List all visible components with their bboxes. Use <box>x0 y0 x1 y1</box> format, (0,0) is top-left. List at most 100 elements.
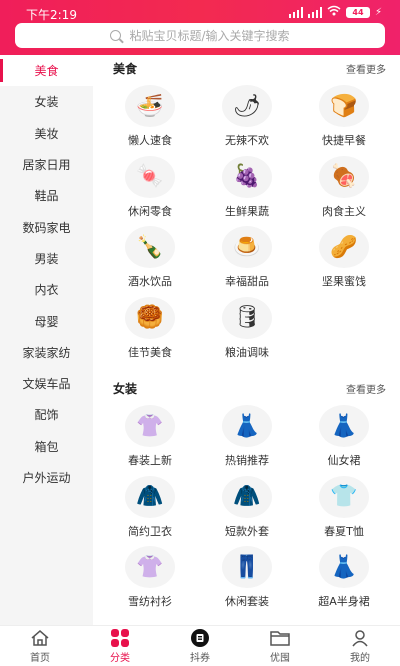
category-item[interactable]: 👗 超A半身裙 <box>294 546 394 616</box>
dress-icon: 👗 <box>222 405 272 447</box>
category-item-label: 雪纺衬衫 <box>128 595 172 608</box>
tab-label: 首页 <box>30 652 50 664</box>
nuts-icon: 🥜 <box>319 226 369 268</box>
section-header: 美食 查看更多 <box>93 57 400 77</box>
category-item[interactable]: 👗 热销推荐 <box>197 405 297 475</box>
category-item-label: 肉食主义 <box>322 204 366 218</box>
category-item[interactable]: 🍇 生鲜果蔬 <box>197 155 297 226</box>
coupon-icon <box>190 628 210 647</box>
category-item[interactable]: 🍬 休闲零食 <box>100 155 200 226</box>
category-item[interactable]: 👖 休闲套装 <box>197 546 297 616</box>
tab-home[interactable]: 首页 <box>0 626 80 666</box>
casual-set-icon: 👖 <box>222 546 272 588</box>
sidebar-item[interactable]: 箱包 <box>0 431 93 462</box>
category-sidebar: 美食 女装 美妆 居家日用 鞋品 数码家电 男装 内衣 母婴 家装家纺 文娱车品 配饰 箱包 户外运动 <box>0 55 93 625</box>
category-item-label: 简约卫衣 <box>128 524 172 538</box>
fairy-dress-icon: 👗 <box>319 405 369 447</box>
drinks-icon: 🍾 <box>125 226 175 268</box>
status-time: 下午2:19 <box>26 8 77 22</box>
tab-label: 抖券 <box>190 652 210 664</box>
meat-icon: 🍖 <box>319 155 369 198</box>
profile-icon <box>350 629 370 647</box>
sidebar-item[interactable]: 户外运动 <box>0 462 93 493</box>
spicy-snack-icon: 🌶 <box>222 85 272 127</box>
tshirt-icon: 👕 <box>319 475 369 518</box>
category-item-label: 休闲套装 <box>225 595 269 608</box>
top-header: 下午2:19 44 ⚡ 粘贴宝贝标题/输入关键字搜索 <box>0 0 400 55</box>
sidebar-item[interactable]: 母婴 <box>0 305 93 336</box>
sidebar-item[interactable]: 家装家纺 <box>0 337 93 368</box>
home-icon <box>30 629 50 647</box>
category-item-label: 春夏T恤 <box>324 524 364 538</box>
tab-label: 优囤 <box>270 652 290 664</box>
fruit-icon: 🍇 <box>222 155 272 198</box>
sidebar-item[interactable]: 女装 <box>0 86 93 117</box>
search-input[interactable]: 粘贴宝贝标题/输入关键字搜索 <box>15 23 385 48</box>
charging-icon: ⚡ <box>374 6 382 18</box>
see-more-link[interactable]: 查看更多 <box>346 381 386 396</box>
category-item-label: 懒人速食 <box>128 134 172 147</box>
jacket-icon: 🧥 <box>222 475 272 518</box>
tab-label: 分类 <box>110 652 130 664</box>
mooncake-icon: 🥮 <box>125 296 175 339</box>
sidebar-item[interactable]: 居家日用 <box>0 149 93 180</box>
sidebar-item[interactable]: 文娱车品 <box>0 368 93 399</box>
category-item-label: 短款外套 <box>225 524 269 538</box>
category-item[interactable]: 👗 仙女裙 <box>294 405 394 475</box>
sidebar-item[interactable]: 鞋品 <box>0 180 93 211</box>
sidebar-item[interactable]: 美食 <box>0 55 93 87</box>
category-content: 美食 查看更多 🍜 懒人速食 🌶 无辣不欢 🍞 快捷早餐 🍬 休闲零食 🍇 生鲜果蔬 🍖 肉食主义 🍾 酒水饮… <box>93 55 400 625</box>
category-item-label: 生鲜果蔬 <box>225 204 269 218</box>
category-item[interactable]: 🍞 快捷早餐 <box>294 85 394 155</box>
category-item-label: 超A半身裙 <box>318 595 370 608</box>
snack-bag-icon: 🍬 <box>125 155 175 198</box>
hoodie-icon: 🧥 <box>125 475 175 518</box>
search-placeholder: 粘贴宝贝标题/输入关键字搜索 <box>129 29 290 43</box>
category-item[interactable]: 🧥 短款外套 <box>197 475 297 546</box>
tab-stock[interactable]: 优囤 <box>240 626 320 666</box>
status-bar: 下午2:19 44 ⚡ <box>0 0 400 24</box>
section-title: 女装 <box>113 382 138 396</box>
tab-profile[interactable]: 我的 <box>320 626 400 666</box>
category-item[interactable]: 🧥 简约卫衣 <box>100 475 200 546</box>
instant-noodle-icon: 🍜 <box>125 85 175 127</box>
category-item[interactable]: 🥜 坚果蜜饯 <box>294 226 394 296</box>
category-item-label: 粮油调味 <box>225 345 269 359</box>
sidebar-item[interactable]: 配饰 <box>0 399 93 430</box>
see-more-link[interactable]: 查看更多 <box>346 61 386 76</box>
signal-icon <box>307 6 322 18</box>
status-icons: 44 ⚡ <box>288 5 382 19</box>
wifi-icon <box>327 5 341 19</box>
category-item[interactable]: 🍾 酒水饮品 <box>100 226 200 296</box>
section-header: 女装 查看更多 <box>93 377 400 397</box>
bread-icon: 🍞 <box>319 85 369 127</box>
category-item[interactable]: 🛢 粮油调味 <box>197 296 297 367</box>
sidebar-item[interactable]: 美妆 <box>0 118 93 149</box>
category-item-label: 春装上新 <box>128 454 172 467</box>
category-icon <box>110 628 130 647</box>
battery-icon: 44 <box>345 6 370 18</box>
category-item[interactable]: 🌶 无辣不欢 <box>197 85 297 155</box>
sidebar-item[interactable]: 男装 <box>0 243 93 274</box>
category-item-label: 快捷早餐 <box>322 134 366 147</box>
search-icon <box>110 30 122 41</box>
bottom-tab-bar: 首页 分类 抖券 优囤 我的 <box>0 625 400 666</box>
category-item-label: 幸福甜品 <box>225 275 269 288</box>
skirt-icon: 👗 <box>319 546 369 588</box>
dessert-icon: 🍮 <box>222 226 272 268</box>
category-item[interactable]: 🍮 幸福甜品 <box>197 226 297 296</box>
category-item[interactable]: 👚 春装上新 <box>100 405 200 475</box>
category-item-label: 休闲零食 <box>128 204 172 218</box>
signal-icon <box>288 6 303 18</box>
category-item[interactable]: 🍜 懒人速食 <box>100 85 200 155</box>
category-item[interactable]: 🍖 肉食主义 <box>294 155 394 226</box>
category-item[interactable]: 👚 雪纺衬衫 <box>100 546 200 616</box>
category-item[interactable]: 🥮 佳节美食 <box>100 296 200 367</box>
section-title: 美食 <box>113 62 138 76</box>
chiffon-shirt-icon: 👚 <box>125 546 175 588</box>
category-item[interactable]: 👕 春夏T恤 <box>294 475 394 546</box>
tab-category[interactable]: 分类 <box>80 626 160 666</box>
sidebar-item[interactable]: 数码家电 <box>0 211 93 242</box>
tab-coupon[interactable]: 抖券 <box>160 626 240 666</box>
sidebar-item[interactable]: 内衣 <box>0 274 93 305</box>
